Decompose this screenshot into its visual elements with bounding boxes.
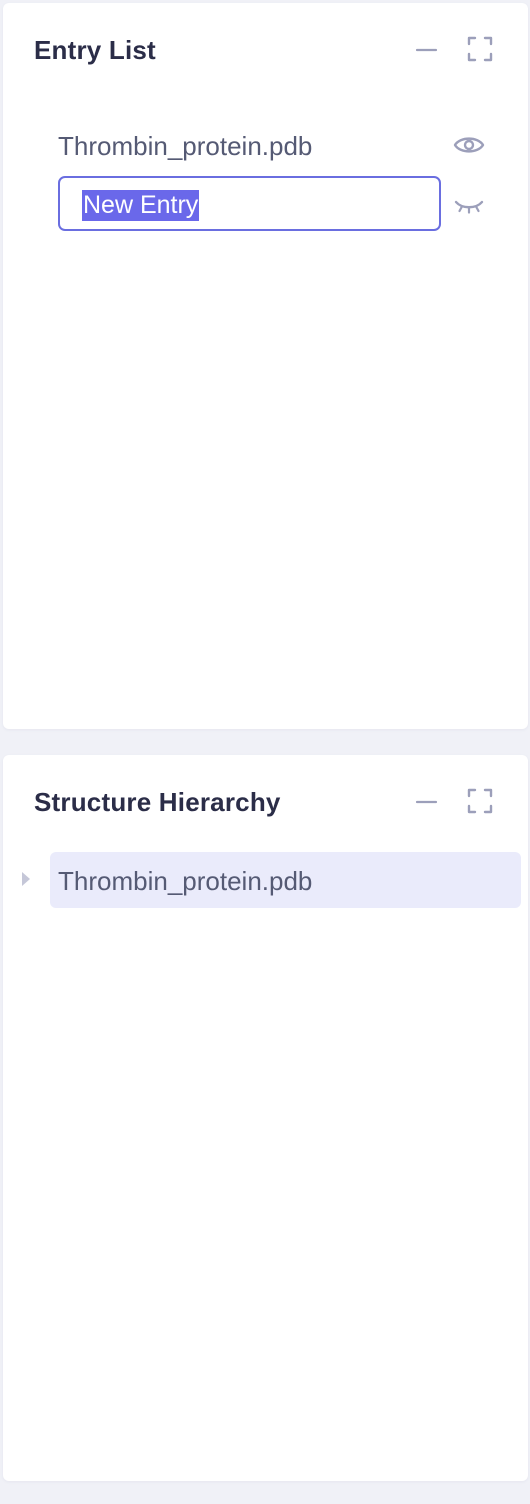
minimize-button[interactable] [411, 34, 441, 64]
expand-icon [467, 36, 493, 62]
entry-rename-input[interactable]: New Entry [58, 176, 441, 231]
expand-icon [467, 788, 493, 814]
entry-list-title: Entry List [34, 35, 156, 65]
tree-node-label: Thrombin_protein.pdb [58, 866, 313, 896]
expand-node-toggle[interactable] [18, 868, 34, 890]
tree-node-selected[interactable]: Thrombin_protein.pdb [50, 852, 521, 908]
visibility-toggle[interactable] [453, 190, 485, 218]
entry-row-editing[interactable]: New Entry [58, 176, 488, 232]
structure-hierarchy-title: Structure Hierarchy [34, 787, 281, 817]
caret-right-icon [22, 872, 30, 886]
expand-button[interactable] [465, 34, 495, 64]
entry-row[interactable]: Thrombin_protein.pdb [58, 117, 488, 173]
minimize-icon [415, 800, 438, 804]
entry-label: Thrombin_protein.pdb [58, 131, 313, 161]
minimize-button[interactable] [411, 786, 441, 816]
visibility-toggle[interactable] [453, 131, 485, 159]
structure-hierarchy-header: Structure Hierarchy [3, 755, 528, 851]
eye-closed-icon [454, 200, 484, 214]
entry-list-header: Entry List [3, 3, 528, 99]
entry-list-panel: Entry List Thrombin_protein.pdb New Entr… [3, 3, 528, 729]
entry-rename-selected-text: New Entry [82, 190, 200, 221]
minimize-icon [415, 48, 438, 52]
eye-icon [453, 137, 485, 153]
expand-button[interactable] [465, 786, 495, 816]
tree-item: Thrombin_protein.pdb [18, 852, 524, 908]
structure-hierarchy-panel: Structure Hierarchy Thrombin_protein.pdb [3, 755, 528, 1481]
